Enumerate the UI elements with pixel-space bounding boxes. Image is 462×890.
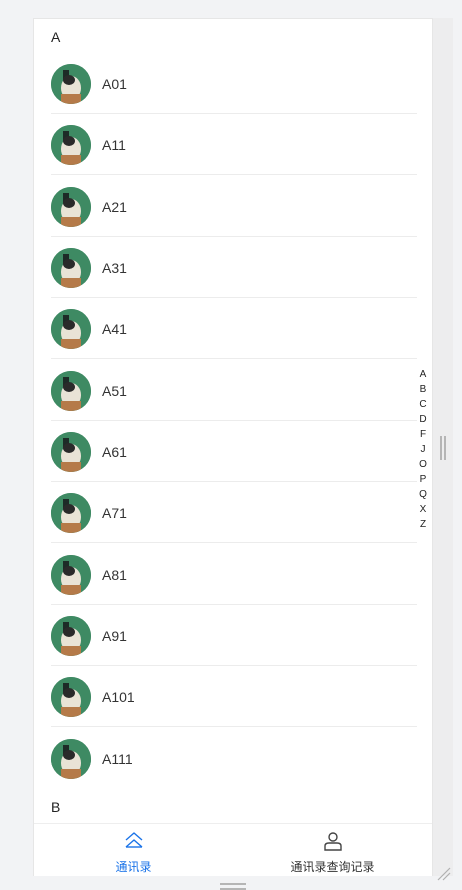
divider	[51, 542, 417, 543]
contact-row[interactable]: A41	[51, 298, 417, 359]
index-letter[interactable]: Q	[419, 487, 427, 502]
index-letter[interactable]: Z	[420, 517, 426, 532]
index-letter[interactable]: X	[420, 502, 427, 517]
contact-row[interactable]: A31	[51, 237, 417, 298]
avatar	[51, 63, 91, 104]
contact-row[interactable]: A101	[51, 666, 417, 727]
scrollbar-handle[interactable]	[440, 436, 446, 460]
tab-label: 通讯录查询记录	[290, 860, 375, 874]
avatar	[51, 738, 91, 779]
contact-row[interactable]: A11	[51, 114, 417, 175]
divider	[51, 358, 417, 359]
avatar	[51, 676, 91, 717]
avatar	[51, 124, 91, 165]
contact-name: A91	[102, 627, 127, 644]
divider	[51, 726, 417, 727]
contact-name: A31	[102, 259, 127, 276]
alphabet-index[interactable]: A B C D F J O P Q X Z	[416, 367, 430, 532]
index-letter[interactable]: F	[420, 427, 426, 442]
contact-name: A01	[102, 75, 127, 92]
app-window: A A01 A11 A21 A31 A41 A51 A61 A71 A81 A9…	[33, 18, 433, 876]
divider	[51, 174, 417, 175]
resize-corner-icon[interactable]	[436, 866, 452, 882]
contact-row[interactable]: A111	[51, 728, 417, 789]
index-letter[interactable]: C	[419, 397, 426, 412]
contact-name: A81	[102, 566, 127, 583]
avatar	[51, 308, 91, 349]
contact-row[interactable]: A51	[51, 360, 417, 421]
avatar	[51, 186, 91, 227]
user-icon	[322, 830, 344, 852]
contact-name: A61	[102, 443, 127, 460]
index-letter[interactable]: J	[421, 442, 426, 457]
contact-name: A11	[102, 136, 126, 153]
contact-row[interactable]: A21	[51, 176, 417, 237]
section-header-a: A	[51, 29, 61, 45]
avatar	[51, 492, 91, 533]
contact-name: A111	[102, 750, 133, 767]
index-letter[interactable]: P	[420, 472, 427, 487]
resize-grip[interactable]	[220, 883, 246, 890]
index-letter[interactable]: A	[420, 367, 427, 382]
contact-name: A101	[102, 688, 135, 705]
contact-row[interactable]: A61	[51, 421, 417, 482]
index-letter[interactable]: O	[419, 457, 427, 472]
section-header-b: B	[51, 799, 61, 815]
contact-name: A71	[102, 504, 127, 521]
tab-label: 通讯录	[115, 860, 152, 874]
home-icon	[123, 830, 145, 852]
contact-row[interactable]: A81	[51, 544, 417, 605]
avatar	[51, 247, 91, 288]
index-letter[interactable]: D	[419, 412, 426, 427]
avatar	[51, 370, 91, 411]
avatar	[51, 431, 91, 472]
contact-row[interactable]: A71	[51, 482, 417, 543]
avatar	[51, 615, 91, 656]
avatar	[51, 554, 91, 595]
bottom-tab-bar: 通讯录 通讯录查询记录	[34, 823, 432, 876]
contact-name: A41	[102, 320, 127, 337]
contact-row[interactable]: A01	[51, 53, 417, 114]
contact-list[interactable]: A A01 A11 A21 A31 A41 A51 A61 A71 A81 A9…	[34, 19, 432, 825]
index-letter[interactable]: B	[420, 382, 427, 397]
contact-name: A51	[102, 382, 127, 399]
tab-contacts[interactable]: 通讯录	[34, 824, 233, 876]
contact-name: A21	[102, 198, 127, 215]
contact-row[interactable]: A91	[51, 605, 417, 666]
tab-query-history[interactable]: 通讯录查询记录	[233, 824, 432, 876]
